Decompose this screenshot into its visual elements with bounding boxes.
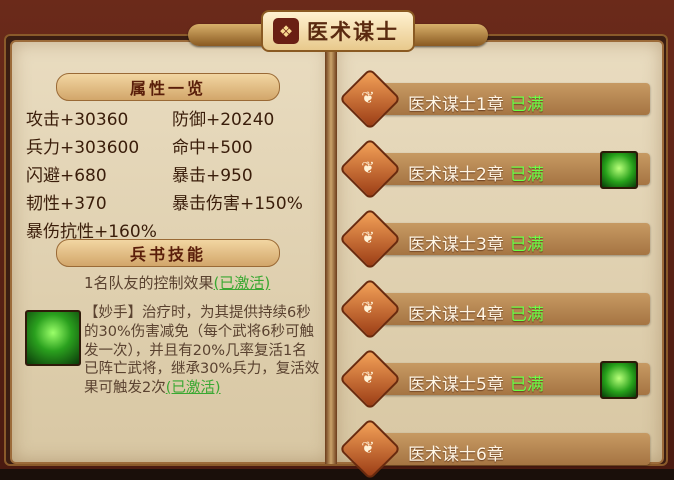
chapter-name: 医术谋士3章 bbox=[408, 235, 504, 255]
attributes-header: 属性一览 bbox=[56, 73, 280, 101]
chapter-name: 医术谋士1章 bbox=[408, 95, 504, 115]
skills-header: 兵书技能 bbox=[56, 239, 280, 267]
title-plate: ❖ 医术谋士 bbox=[188, 6, 488, 56]
stat-crit-resist: 暴伤抗性+160% bbox=[26, 221, 157, 242]
skill-status[interactable]: (已激活) bbox=[166, 380, 221, 396]
chapter-item-6[interactable]: ❦ 医术谋士6章 bbox=[338, 417, 656, 480]
stat-row: 攻击+30360 防御+20240 bbox=[26, 103, 326, 131]
attributes-list: 攻击+30360 防御+20240 兵力+303600 命中+500 闪避+68… bbox=[26, 103, 326, 243]
stat-row: 兵力+303600 命中+500 bbox=[26, 131, 326, 159]
chapter-item-5[interactable]: ❦ 医术谋士5章 已满 bbox=[338, 347, 656, 411]
book-icon: ❦ bbox=[361, 158, 375, 177]
stat-troops: 兵力+303600 bbox=[26, 137, 140, 158]
skill-green-icon[interactable] bbox=[25, 310, 81, 366]
chapter-label: 医术谋士4章 已满 bbox=[408, 300, 544, 325]
book-spine bbox=[325, 40, 337, 464]
book-icon: ❦ bbox=[361, 368, 375, 387]
book-icon: ❦ bbox=[361, 228, 375, 247]
stat-crit: 暴击+950 bbox=[172, 165, 253, 186]
attributes-header-label: 属性一览 bbox=[129, 79, 206, 98]
chapter-label: 医术谋士5章 已满 bbox=[408, 370, 544, 395]
chapter-status: 已满 bbox=[509, 95, 544, 115]
chapter-item-4[interactable]: ❦ 医术谋士4章 已满 bbox=[338, 277, 656, 341]
chapter-item-2[interactable]: ❦ 医术谋士2章 已满 bbox=[338, 137, 656, 201]
chapter-item-3[interactable]: ❦ 医术谋士3章 已满 bbox=[338, 207, 656, 271]
page-title: 医术谋士 bbox=[307, 20, 399, 44]
chapter-status: 已满 bbox=[509, 375, 544, 395]
chapter-name: 医术谋士6章 bbox=[408, 445, 504, 465]
stat-evasion: 闪避+680 bbox=[26, 165, 107, 186]
chapter-name: 医术谋士5章 bbox=[408, 375, 504, 395]
chapter-status: 已满 bbox=[509, 305, 544, 325]
stat-accuracy: 命中+500 bbox=[172, 137, 253, 158]
chapter-label: 医术谋士3章 已满 bbox=[408, 230, 544, 255]
effect-line: 1名队友的控制效果(已激活) bbox=[84, 272, 270, 293]
book-icon: ❦ bbox=[361, 438, 375, 457]
reward-skill-icon[interactable] bbox=[600, 361, 638, 399]
chapter-label: 医术谋士1章 已满 bbox=[408, 90, 544, 115]
chapter-name: 医术谋士2章 bbox=[408, 165, 504, 185]
chapter-status: 已满 bbox=[509, 165, 544, 185]
chapter-label: 医术谋士2章 已满 bbox=[408, 160, 544, 185]
stat-toughness: 韧性+370 bbox=[26, 193, 107, 214]
chapter-label: 医术谋士6章 bbox=[408, 440, 510, 465]
stat-attack: 攻击+30360 bbox=[26, 109, 129, 130]
book-icon: ❦ bbox=[361, 298, 375, 317]
book-emblem-icon: ❖ bbox=[273, 18, 299, 44]
skills-header-label: 兵书技能 bbox=[129, 245, 206, 264]
effect-text: 1名队友的控制效果 bbox=[84, 274, 214, 292]
stat-defense: 防御+20240 bbox=[172, 109, 275, 130]
chapter-item-1[interactable]: ❦ 医术谋士1章 已满 bbox=[338, 67, 656, 131]
chapter-name: 医术谋士4章 bbox=[408, 305, 504, 325]
book-icon: ❦ bbox=[361, 88, 375, 107]
reward-skill-icon[interactable] bbox=[600, 151, 638, 189]
effect-status[interactable]: (已激活) bbox=[214, 274, 271, 292]
stat-crit-damage: 暴击伤害+150% bbox=[172, 193, 303, 214]
stat-row: 闪避+680 暴击+950 bbox=[26, 159, 326, 187]
skill-description: 【妙手】治疗时，为其提供持续6秒的30%伤害减免（每个武将6秒可触发一次），并且… bbox=[84, 304, 320, 398]
chapter-status: 已满 bbox=[509, 235, 544, 255]
stat-row: 韧性+370 暴击伤害+150% bbox=[26, 187, 326, 215]
title-center: ❖ 医术谋士 bbox=[261, 10, 415, 52]
